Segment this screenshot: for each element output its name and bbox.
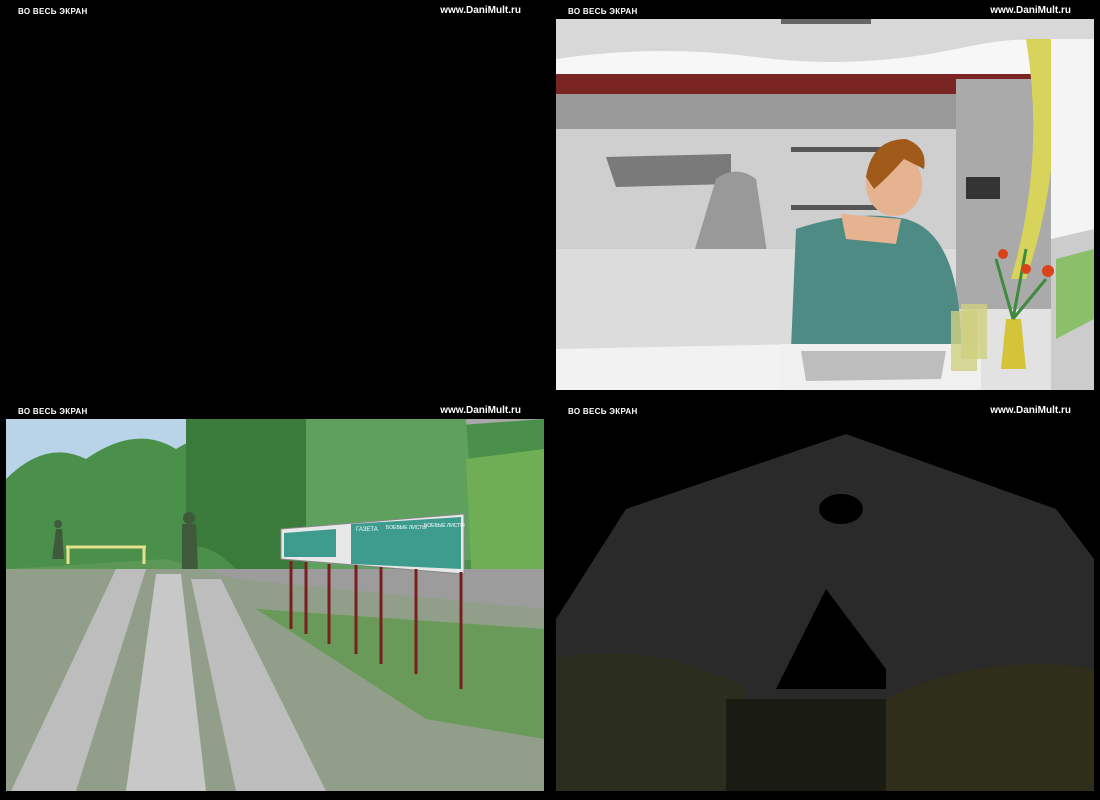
svg-text:БОЕВЫЕ ЛИСТЫ: БОЕВЫЕ ЛИСТЫ: [424, 523, 465, 529]
fullscreen-button[interactable]: ВО ВЕСЬ ЭКРАН: [568, 7, 638, 16]
site-link[interactable]: www.DaniMult.ru: [440, 5, 521, 16]
fullscreen-button[interactable]: ВО ВЕСЬ ЭКРАН: [568, 407, 638, 416]
fullscreen-button[interactable]: ВО ВЕСЬ ЭКРАН: [18, 407, 88, 416]
site-link[interactable]: www.DaniMult.ru: [990, 405, 1071, 416]
panel-4: ВО ВЕСЬ ЭКРАН www.DaniMult.ru: [550, 400, 1100, 800]
panel-2: ВО ВЕСЬ ЭКРАН www.DaniMult.ru: [550, 0, 1100, 400]
scene-forest-road: ГАЗЕТА БОЕВЫЕ ЛИСТЫ БОЕВЫЕ ЛИСТЫ: [6, 419, 544, 791]
svg-text:ГАЗЕТА: ГАЗЕТА: [356, 527, 378, 533]
train-scene-art: [556, 19, 1094, 390]
panel-3: ВО ВЕСЬ ЭКРАН www.DaniMult.ru ГАЗЕТА БОЕ…: [0, 400, 550, 800]
tent-scene-art: [556, 419, 1094, 791]
fullscreen-button[interactable]: ВО ВЕСЬ ЭКРАН: [18, 7, 88, 16]
scene-train-compartment: [556, 19, 1094, 390]
scene-dark-tent: [556, 419, 1094, 791]
forest-scene-art: ГАЗЕТА БОЕВЫЕ ЛИСТЫ БОЕВЫЕ ЛИСТЫ: [6, 419, 544, 791]
panel-1: ВО ВЕСЬ ЭКРАН www.DaniMult.ru: [0, 0, 550, 400]
site-link[interactable]: www.DaniMult.ru: [440, 405, 521, 416]
svg-text:БОЕВЫЕ ЛИСТЫ: БОЕВЫЕ ЛИСТЫ: [386, 525, 427, 531]
site-link[interactable]: www.DaniMult.ru: [990, 5, 1071, 16]
